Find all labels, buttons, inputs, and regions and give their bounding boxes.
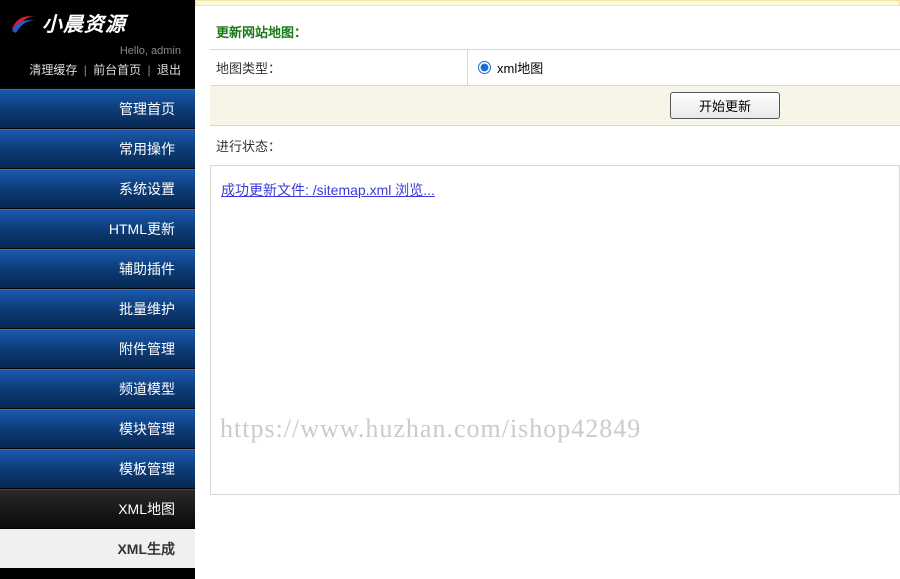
nav-item-home[interactable]: 管理首页 (0, 89, 195, 129)
clear-cache-link[interactable]: 清理缓存 (29, 63, 77, 77)
logout-link[interactable]: 退出 (157, 63, 181, 77)
nav-item-common[interactable]: 常用操作 (0, 129, 195, 169)
logo: 小晨资源 (0, 0, 195, 43)
result-link[interactable]: 成功更新文件: /sitemap.xml 浏览... (221, 182, 435, 198)
nav-item-module[interactable]: 模块管理 (0, 409, 195, 449)
panel-title: 更新网站地图： (210, 16, 900, 49)
map-type-radio-xml[interactable] (478, 61, 491, 74)
user-links: 清理缓存 | 前台首页 | 退出 (0, 61, 195, 89)
nav-item-channel[interactable]: 频道模型 (0, 369, 195, 409)
status-label: 进行状态： (210, 126, 900, 165)
map-type-row: 地图类型： xml地图 (210, 49, 900, 86)
nav-item-attach[interactable]: 附件管理 (0, 329, 195, 369)
nav-item-system[interactable]: 系统设置 (0, 169, 195, 209)
button-row: 开始更新 (210, 86, 900, 126)
main-content: 更新网站地图： 地图类型： xml地图 开始更新 进行状态： 成功更新文件: /… (195, 0, 900, 579)
nav-item-html[interactable]: HTML更新 (0, 209, 195, 249)
nav-item-batch[interactable]: 批量维护 (0, 289, 195, 329)
logo-icon (10, 11, 38, 35)
nav-item-xmlmap[interactable]: XML地图 (0, 489, 195, 529)
map-type-label: 地图类型： (210, 50, 468, 85)
nav-item-template[interactable]: 模板管理 (0, 449, 195, 489)
top-notice-bar (195, 0, 900, 6)
nav-item-xmlgen[interactable]: XML生成 (0, 529, 195, 569)
map-type-option-label: xml地图 (497, 58, 543, 77)
sidebar: 小晨资源 Hello, admin 清理缓存 | 前台首页 | 退出 管理首页 … (0, 0, 195, 579)
front-page-link[interactable]: 前台首页 (93, 63, 141, 77)
start-update-button[interactable]: 开始更新 (670, 92, 780, 119)
user-greeting: Hello, admin (0, 43, 195, 61)
logo-text: 小晨资源 (42, 8, 126, 37)
result-box: 成功更新文件: /sitemap.xml 浏览... (210, 165, 900, 495)
nav-menu: 管理首页 常用操作 系统设置 HTML更新 辅助插件 批量维护 附件管理 频道模… (0, 89, 195, 569)
nav-item-plugin[interactable]: 辅助插件 (0, 249, 195, 289)
